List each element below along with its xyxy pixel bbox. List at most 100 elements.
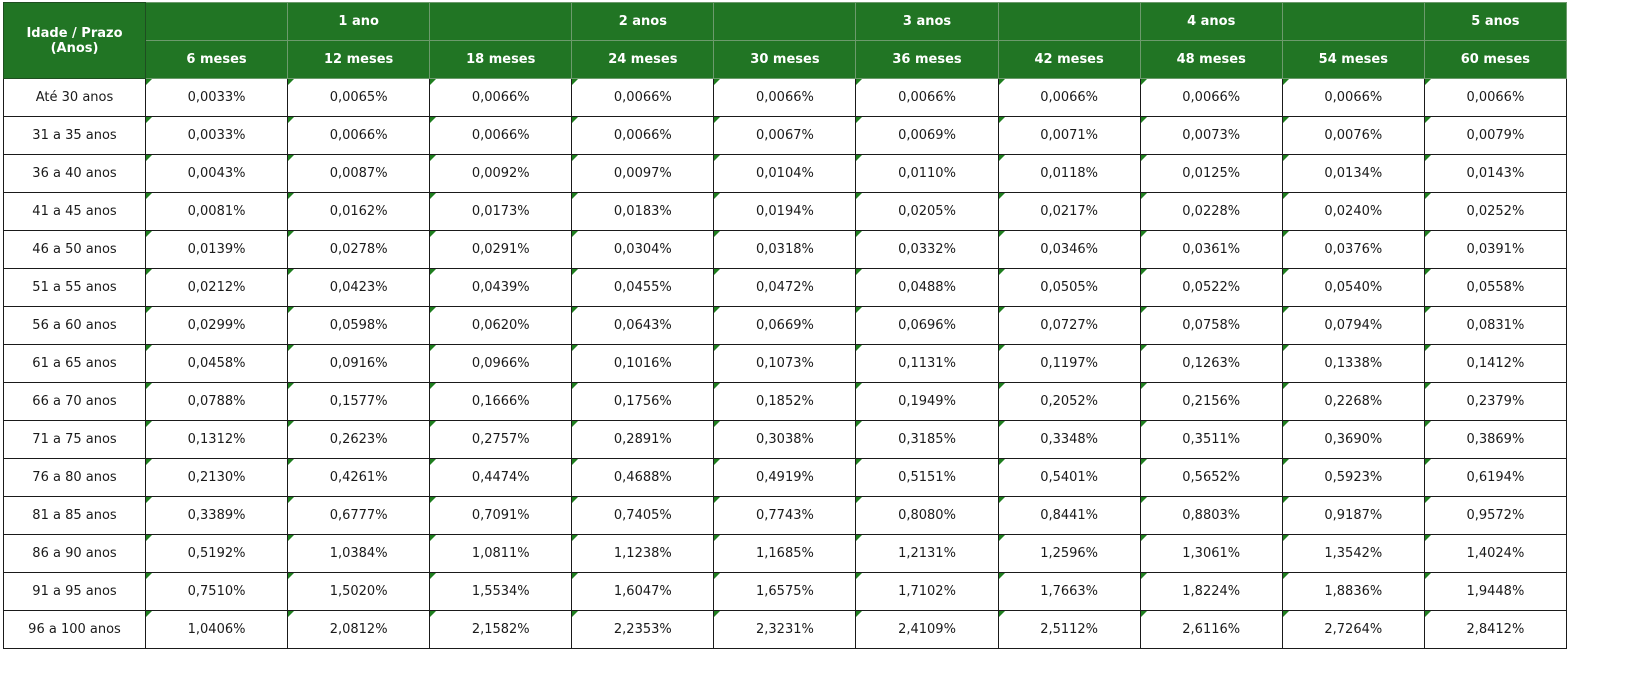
rate-value-cell[interactable]: 0,1073% — [713, 344, 857, 383]
rate-value-cell[interactable]: 0,0069% — [855, 116, 999, 155]
rate-value-cell[interactable]: 0,0228% — [1139, 192, 1283, 231]
rate-value-cell[interactable]: 0,0066% — [287, 116, 431, 155]
age-range-cell[interactable]: 41 a 45 anos — [3, 192, 146, 231]
rate-value-cell[interactable]: 0,3038% — [713, 420, 857, 459]
rate-value-cell[interactable]: 1,6575% — [713, 572, 857, 611]
rate-value-cell[interactable]: 0,1263% — [1139, 344, 1283, 383]
rate-value-cell[interactable]: 1,7102% — [855, 572, 999, 611]
rate-value-cell[interactable]: 0,1338% — [1281, 344, 1425, 383]
rate-value-cell[interactable]: 0,8803% — [1139, 496, 1283, 535]
rate-value-cell[interactable]: 0,0505% — [997, 268, 1141, 307]
rate-value-cell[interactable]: 0,0081% — [144, 192, 289, 231]
rate-value-cell[interactable]: 1,7663% — [997, 572, 1141, 611]
rate-value-cell[interactable]: 0,0252% — [1423, 192, 1567, 231]
rate-value-cell[interactable]: 0,0066% — [1139, 78, 1283, 117]
rate-value-cell[interactable]: 0,0066% — [571, 116, 715, 155]
age-range-cell[interactable]: 91 a 95 anos — [3, 572, 146, 611]
rate-value-cell[interactable]: 0,0278% — [287, 230, 431, 269]
rate-value-cell[interactable]: 0,1666% — [429, 382, 573, 421]
rate-value-cell[interactable]: 0,7091% — [429, 496, 573, 535]
rate-value-cell[interactable]: 0,0304% — [571, 230, 715, 269]
age-range-cell[interactable]: 66 a 70 anos — [3, 382, 146, 421]
rate-value-cell[interactable]: 0,0966% — [429, 344, 573, 383]
rate-value-cell[interactable]: 0,0318% — [713, 230, 857, 269]
rate-value-cell[interactable]: 0,0065% — [287, 78, 431, 117]
rate-value-cell[interactable]: 0,0162% — [287, 192, 431, 231]
age-range-cell[interactable]: 71 a 75 anos — [3, 420, 146, 459]
rate-value-cell[interactable]: 1,0384% — [287, 534, 431, 573]
rate-value-cell[interactable]: 1,9448% — [1423, 572, 1567, 611]
rate-value-cell[interactable]: 0,7743% — [713, 496, 857, 535]
rate-value-cell[interactable]: 0,0067% — [713, 116, 857, 155]
rate-value-cell[interactable]: 0,5401% — [997, 458, 1141, 497]
rate-value-cell[interactable]: 0,3511% — [1139, 420, 1283, 459]
rate-value-cell[interactable]: 1,2596% — [997, 534, 1141, 573]
age-range-cell[interactable]: 86 a 90 anos — [3, 534, 146, 573]
rate-value-cell[interactable]: 0,1197% — [997, 344, 1141, 383]
rate-value-cell[interactable]: 0,0439% — [429, 268, 573, 307]
rate-value-cell[interactable]: 0,0217% — [997, 192, 1141, 231]
rate-value-cell[interactable]: 0,0066% — [713, 78, 857, 117]
rate-value-cell[interactable]: 0,4474% — [429, 458, 573, 497]
age-range-cell[interactable]: 56 a 60 anos — [3, 306, 146, 345]
rate-value-cell[interactable]: 0,4261% — [287, 458, 431, 497]
rate-value-cell[interactable]: 0,9572% — [1423, 496, 1567, 535]
rate-value-cell[interactable]: 0,0079% — [1423, 116, 1567, 155]
rate-value-cell[interactable]: 0,0066% — [855, 78, 999, 117]
rate-value-cell[interactable]: 0,0916% — [287, 344, 431, 383]
rate-value-cell[interactable]: 0,0522% — [1139, 268, 1283, 307]
rate-value-cell[interactable]: 0,8080% — [855, 496, 999, 535]
rate-value-cell[interactable]: 2,3231% — [713, 610, 857, 649]
rate-value-cell[interactable]: 0,0332% — [855, 230, 999, 269]
rate-value-cell[interactable]: 0,0458% — [144, 344, 289, 383]
rate-value-cell[interactable]: 0,0087% — [287, 154, 431, 193]
rate-value-cell[interactable]: 0,0073% — [1139, 116, 1283, 155]
rate-value-cell[interactable]: 0,0788% — [144, 382, 289, 421]
rate-value-cell[interactable]: 0,0758% — [1139, 306, 1283, 345]
rate-value-cell[interactable]: 1,4024% — [1423, 534, 1567, 573]
rate-value-cell[interactable]: 1,8224% — [1139, 572, 1283, 611]
rate-value-cell[interactable]: 1,5534% — [429, 572, 573, 611]
rate-value-cell[interactable]: 0,0139% — [144, 230, 289, 269]
age-range-cell[interactable]: 81 a 85 anos — [3, 496, 146, 535]
rate-value-cell[interactable]: 0,8441% — [997, 496, 1141, 535]
rate-value-cell[interactable]: 0,0110% — [855, 154, 999, 193]
rate-value-cell[interactable]: 1,0811% — [429, 534, 573, 573]
rate-value-cell[interactable]: 0,3869% — [1423, 420, 1567, 459]
rate-value-cell[interactable]: 0,0205% — [855, 192, 999, 231]
rate-value-cell[interactable]: 0,0831% — [1423, 306, 1567, 345]
rate-value-cell[interactable]: 0,0540% — [1281, 268, 1425, 307]
rate-value-cell[interactable]: 0,0066% — [1423, 78, 1567, 117]
rate-value-cell[interactable]: 1,0406% — [144, 610, 289, 649]
rate-value-cell[interactable]: 0,0727% — [997, 306, 1141, 345]
rate-value-cell[interactable]: 0,0066% — [1281, 78, 1425, 117]
rate-value-cell[interactable]: 0,3185% — [855, 420, 999, 459]
rate-value-cell[interactable]: 0,1852% — [713, 382, 857, 421]
rate-value-cell[interactable]: 0,0118% — [997, 154, 1141, 193]
age-range-cell[interactable]: 31 a 35 anos — [3, 116, 146, 155]
rate-value-cell[interactable]: 0,0194% — [713, 192, 857, 231]
age-range-cell[interactable]: Até 30 anos — [3, 78, 146, 117]
rate-value-cell[interactable]: 0,5652% — [1139, 458, 1283, 497]
rate-value-cell[interactable]: 2,7264% — [1281, 610, 1425, 649]
rate-value-cell[interactable]: 0,0620% — [429, 306, 573, 345]
rate-value-cell[interactable]: 0,0066% — [429, 116, 573, 155]
rate-value-cell[interactable]: 0,0696% — [855, 306, 999, 345]
rate-value-cell[interactable]: 0,0033% — [144, 116, 289, 155]
rate-value-cell[interactable]: 1,2131% — [855, 534, 999, 573]
rate-value-cell[interactable]: 0,2130% — [144, 458, 289, 497]
rate-value-cell[interactable]: 0,0488% — [855, 268, 999, 307]
rate-value-cell[interactable]: 2,1582% — [429, 610, 573, 649]
age-range-cell[interactable]: 36 a 40 anos — [3, 154, 146, 193]
rate-value-cell[interactable]: 2,0812% — [287, 610, 431, 649]
rate-value-cell[interactable]: 0,0346% — [997, 230, 1141, 269]
rate-value-cell[interactable]: 0,1577% — [287, 382, 431, 421]
rate-value-cell[interactable]: 0,1949% — [855, 382, 999, 421]
rate-value-cell[interactable]: 0,2268% — [1281, 382, 1425, 421]
rate-value-cell[interactable]: 0,0143% — [1423, 154, 1567, 193]
rate-value-cell[interactable]: 1,1685% — [713, 534, 857, 573]
rate-value-cell[interactable]: 0,0423% — [287, 268, 431, 307]
rate-value-cell[interactable]: 0,0097% — [571, 154, 715, 193]
rate-value-cell[interactable]: 0,0043% — [144, 154, 289, 193]
rate-value-cell[interactable]: 0,0066% — [429, 78, 573, 117]
